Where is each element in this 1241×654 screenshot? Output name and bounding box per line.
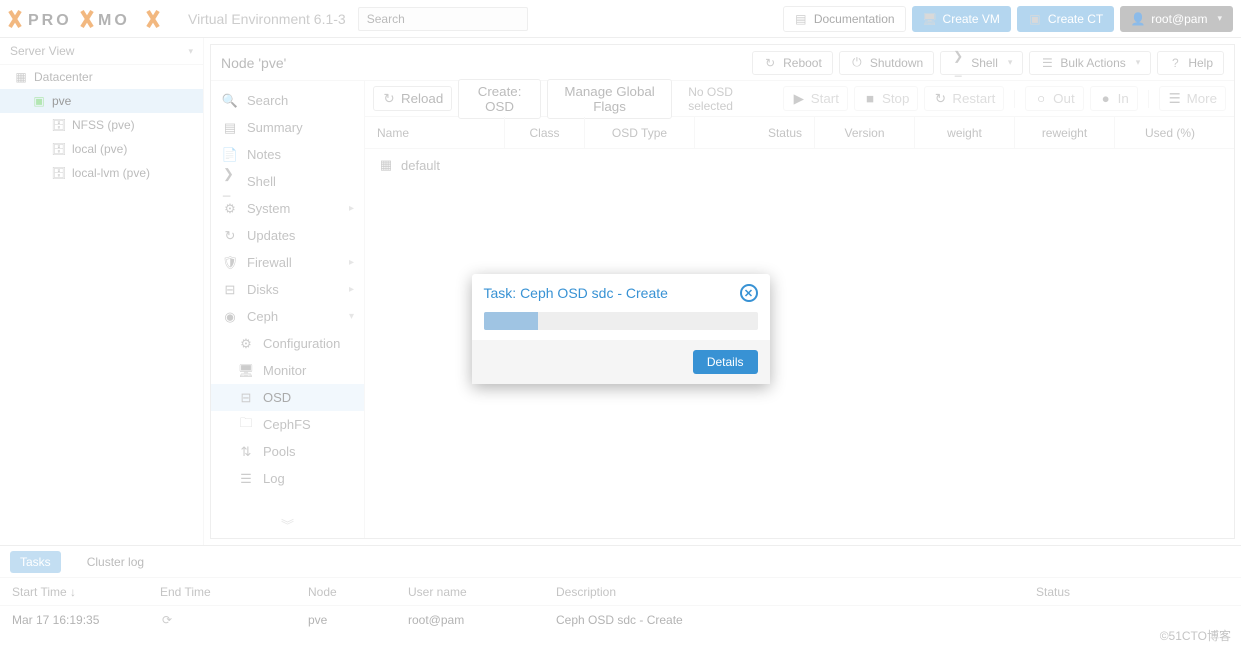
progress-fill [484, 312, 539, 330]
modal-overlay: Task: Ceph OSD sdc - Create ✕ Details [0, 0, 1241, 654]
progress-bar [484, 312, 758, 330]
dialog-title: Task: Ceph OSD sdc - Create [484, 285, 668, 301]
close-icon[interactable]: ✕ [740, 284, 758, 302]
task-dialog: Task: Ceph OSD sdc - Create ✕ Details [472, 274, 770, 384]
details-button[interactable]: Details [693, 350, 758, 374]
